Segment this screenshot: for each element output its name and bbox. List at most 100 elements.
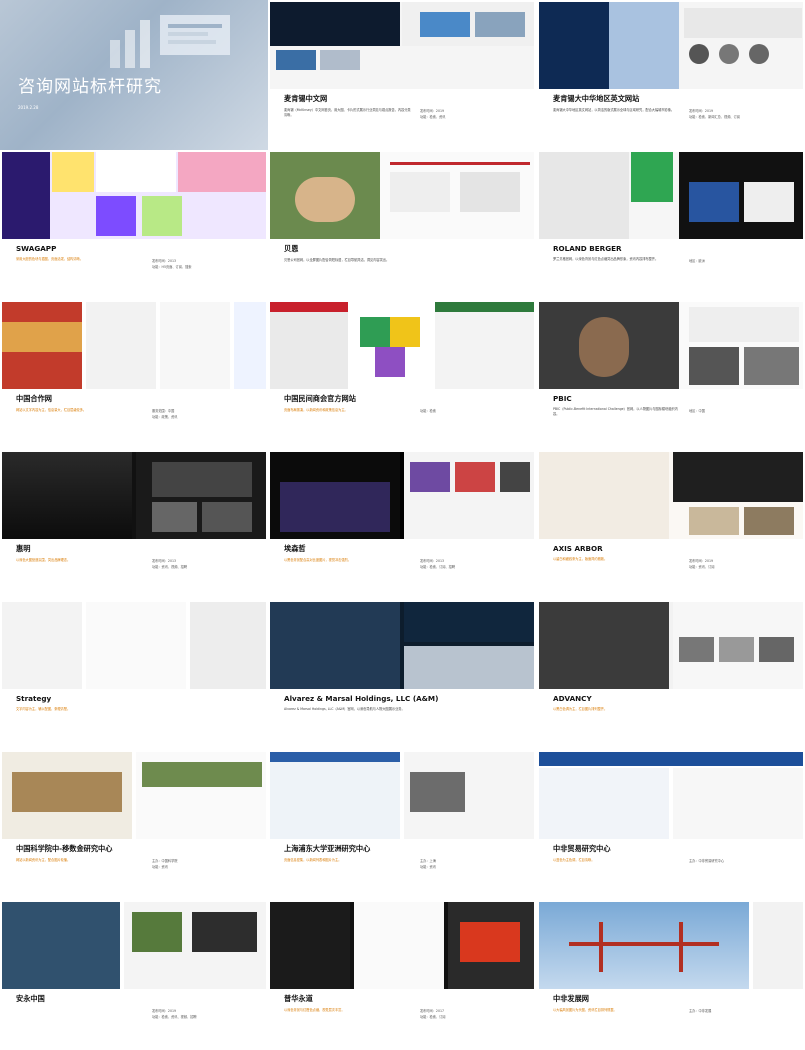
card-desc: 网站以新闻资讯为主，配合图片轮播。 [16,858,71,862]
meta-line: 地区：欧洲 [689,259,705,263]
card-info: 麦肯锡大中华地区英文网站 麦肯锡大中华地区英文网站，以简洁的版式展示全球与区域研… [553,94,793,119]
card-title: AXIS ARBOR [553,544,603,553]
card-desc: 以大幅风景图片为头图，资讯栏目排列规整。 [553,1008,617,1012]
card-info: Strategy 文字内容为主，辅以配图，条理清楚。 [16,694,256,712]
card-meta: 发布时间：2019 功能：检索、资讯 [420,108,524,120]
card[interactable]: ROLAND BERGER 罗兰贝格官网，以深色背景与红色点缀突出品牌形象，资讯… [537,150,805,300]
card[interactable]: ADVANCY 以黑白色调为主，栏目图片排列整齐。 [537,600,805,750]
card[interactable]: 贝恩 贝恩公司官网，以全屏图片配合简短标语，栏目导航简洁，洞见内容突出。 [268,150,536,300]
card-info: 上海浦东大学亚洲研究中心 页面信息密集，以新闻列表和图片为主。 主办：上海 功能：… [284,844,524,869]
card[interactable]: Strategy 文字内容为主，辅以配图，条理清楚。 [0,600,268,750]
website-screenshot [270,152,534,239]
website-screenshot [2,752,266,839]
card-desc: PBIC（Public-Benefit International Challe… [553,407,678,416]
card[interactable]: 中国科学院中-移数金研究中心 网站以新闻资讯为主，配合图片轮播。 主办：中国科学… [0,750,268,900]
card[interactable]: 上海浦东大学亚洲研究中心 页面信息密集，以新闻列表和图片为主。 主办：上海 功能：… [268,750,536,900]
card-title: 上海浦东大学亚洲研究中心 [284,844,371,853]
card-desc: 贝恩公司官网，以全屏图片配合简短标语，栏目导航简洁，洞见内容突出。 [284,258,390,262]
card-desc: 页面信息密集，以新闻列表和图片为主。 [284,858,342,862]
card[interactable]: 中国合作网 网站以文字内容为主，信息量大，栏目层级较多。 服务范围：中国 功能：政… [0,300,268,450]
card[interactable]: 中非贸易研究中心 以蓝色为主色调，栏目清晰。 主办：中非贸易研究中心 [537,750,805,900]
card[interactable]: SWAGAPP 采用大胆的色块与插图，页面活泼，结构清晰。 发布时间：2013 功… [0,150,268,300]
row-6: 安永中国 发布时间：2019 功能：检索、资讯、视频、招聘 普华永道 以深色背景与… [0,900,805,1049]
row-5: 中国科学院中-移数金研究中心 网站以新闻资讯为主，配合图片轮播。 主办：中国科学… [0,750,805,900]
meta-line: 主办：中非发展 [689,1009,712,1013]
benchmark-board: 咨询网站标杆研究 2019.2.28 麦肯锡中文网 麦肯锡（McKinsey）中… [0,0,805,1049]
website-screenshot [539,152,803,239]
website-screenshot [270,752,534,839]
card-title: 中非发展网 [553,994,589,1003]
card-title: 安永中国 [16,994,45,1003]
card[interactable]: Alvarez & Marsal Holdings, LLC (A&M) Alv… [268,600,536,750]
website-screenshot [539,302,803,389]
card[interactable]: 安永中国 发布时间：2019 功能：检索、资讯、视频、招聘 [0,900,268,1050]
card-title: 中非贸易研究中心 [553,844,611,853]
meta-line: 功能：检索、资讯 [420,115,446,119]
card-desc: 网站以文字内容为主，信息量大，栏目层级较多。 [16,408,87,412]
card-desc: 以深色大图营造氛围，突出品牌理念。 [16,558,71,562]
card-desc: 以黑白色调为主，栏目图片排列整齐。 [553,707,608,711]
meta-line: 功能：H5页面、订阅、搜索 [152,265,192,269]
card[interactable]: 普华永道 以深色背景与红橙色点缀，视觉层次丰富。 发布时间：2017 功能：检索、… [268,900,536,1050]
website-screenshot [2,452,266,539]
card-title: 惠明 [16,544,31,553]
card-desc: 以黑色背景配合高对比度图片，视觉冲击强烈。 [284,558,351,562]
meta-line: 功能：资讯 [420,865,436,869]
card-info: ROLAND BERGER 罗兰贝格官网，以深色背景与红色点缀突出品牌形象，资讯… [553,244,793,264]
card-info: 贝恩 贝恩公司官网，以全屏图片配合简短标语，栏目导航简洁，洞见内容突出。 [284,244,524,263]
card[interactable]: 麦肯锡中文网 麦肯锡（McKinsey）中文网首页，用大图、卡片形式展示行业洞见… [268,0,536,150]
card-info: 中国科学院中-移数金研究中心 网站以新闻资讯为主，配合图片轮播。 主办：中国科学… [16,844,256,869]
card-meta: 地区：欧洲 [689,258,793,264]
card-info: 埃森哲 以黑色背景配合高对比度图片，视觉冲击强烈。 发布时间：2013 功能：检索… [284,544,524,569]
card-desc: 以蓝色为主色调，栏目清晰。 [553,858,595,862]
website-screenshot [539,602,803,689]
card-info: 普华永道 以深色背景与红橙色点缀，视觉层次丰富。 发布时间：2017 功能：检索、… [284,994,524,1019]
card-title: 埃森哲 [284,544,306,553]
card-desc: Alvarez & Marsal Holdings, LLC（A&M）官网，以深… [284,707,405,711]
website-screenshot [2,302,266,389]
card[interactable]: AXIS ARBOR 以留白和细线条为主，版面简约雅致。 发布时间：2019 功能… [537,450,805,600]
website-screenshot [270,452,534,539]
card-title: PBIC [553,394,572,403]
card-title: ROLAND BERGER [553,244,622,253]
website-screenshot [539,902,803,989]
card-desc: 采用大胆的色块与插图，页面活泼，结构清晰。 [16,257,83,261]
meta-line: 功能：资讯、订阅 [689,565,715,569]
card-info: ADVANCY 以黑白色调为主，栏目图片排列整齐。 [553,694,793,712]
card-desc: 文字内容为主，辅以配图，条理清楚。 [16,707,71,711]
card-meta: 服务范围：中国 功能：政策、资讯 [152,408,256,420]
card-title: 普华永道 [284,994,313,1003]
card-desc: 麦肯锡（McKinsey）中文网首页，用大图、卡片形式展示行业洞见与观点报告，内… [284,108,411,117]
row-1: SWAGAPP 采用大胆的色块与插图，页面活泼，结构清晰。 发布时间：2013 功… [0,150,805,300]
card-meta: 发布时间：2017 功能：检索、订阅 [420,1008,524,1020]
website-screenshot [539,452,803,539]
card-title: 贝恩 [284,244,299,253]
card-title: 麦肯锡中文网 [284,94,328,103]
meta-line: 功能：政策、资讯 [152,415,178,419]
meta-line: 地区：中国 [689,409,705,413]
card[interactable]: 中非发展网 以大幅风景图片为头图，资讯栏目排列规整。 主办：中非发展 [537,900,805,1050]
row-2: 中国合作网 网站以文字内容为主，信息量大，栏目层级较多。 服务范围：中国 功能：政… [0,300,805,450]
hero-banner: 咨询网站标杆研究 2019.2.28 [0,0,268,150]
card[interactable]: 惠明 以深色大图营造氛围，突出品牌理念。 发布时间：2013 功能：资讯、视频、招… [0,450,268,600]
card-desc: 罗兰贝格官网，以深色背景与红色点缀突出品牌形象，资讯内容排布整齐。 [553,257,659,261]
card-title: SWAGAPP [16,244,57,253]
card-meta: 发布时间：2013 功能：资讯、视频、招聘 [152,558,256,570]
card-info: 中非贸易研究中心 以蓝色为主色调，栏目清晰。 主办：中非贸易研究中心 [553,844,793,863]
card[interactable]: 麦肯锡大中华地区英文网站 麦肯锡大中华地区英文网站，以简洁的版式展示全球与区域研… [537,0,805,150]
website-screenshot [270,902,534,989]
website-screenshot [2,602,266,689]
card[interactable]: 埃森哲 以黑色背景配合高对比度图片，视觉冲击强烈。 发布时间：2013 功能：检索… [268,450,536,600]
meta-line: 功能：检索 [420,409,436,413]
card-info: SWAGAPP 采用大胆的色块与插图，页面活泼，结构清晰。 发布时间：2013 功… [16,244,256,269]
meta-line: 功能：检索、资讯、视频、招聘 [152,1015,197,1019]
card[interactable]: PBIC PBIC（Public-Benefit International C… [537,300,805,450]
meta-line: 主办：中非贸易研究中心 [689,859,725,863]
card-meta: 主办：中国科学院 功能：资讯 [152,858,256,870]
card[interactable]: 中国民间商会官方网站 页面布局紧凑，以新闻资讯和政策信息为主。 功能：检索 [268,300,536,450]
website-screenshot [539,752,803,839]
hero-illustration [110,15,230,68]
card-meta: 主办：中非贸易研究中心 [689,858,793,864]
website-screenshot [270,602,534,689]
card-title: ADVANCY [553,694,592,703]
